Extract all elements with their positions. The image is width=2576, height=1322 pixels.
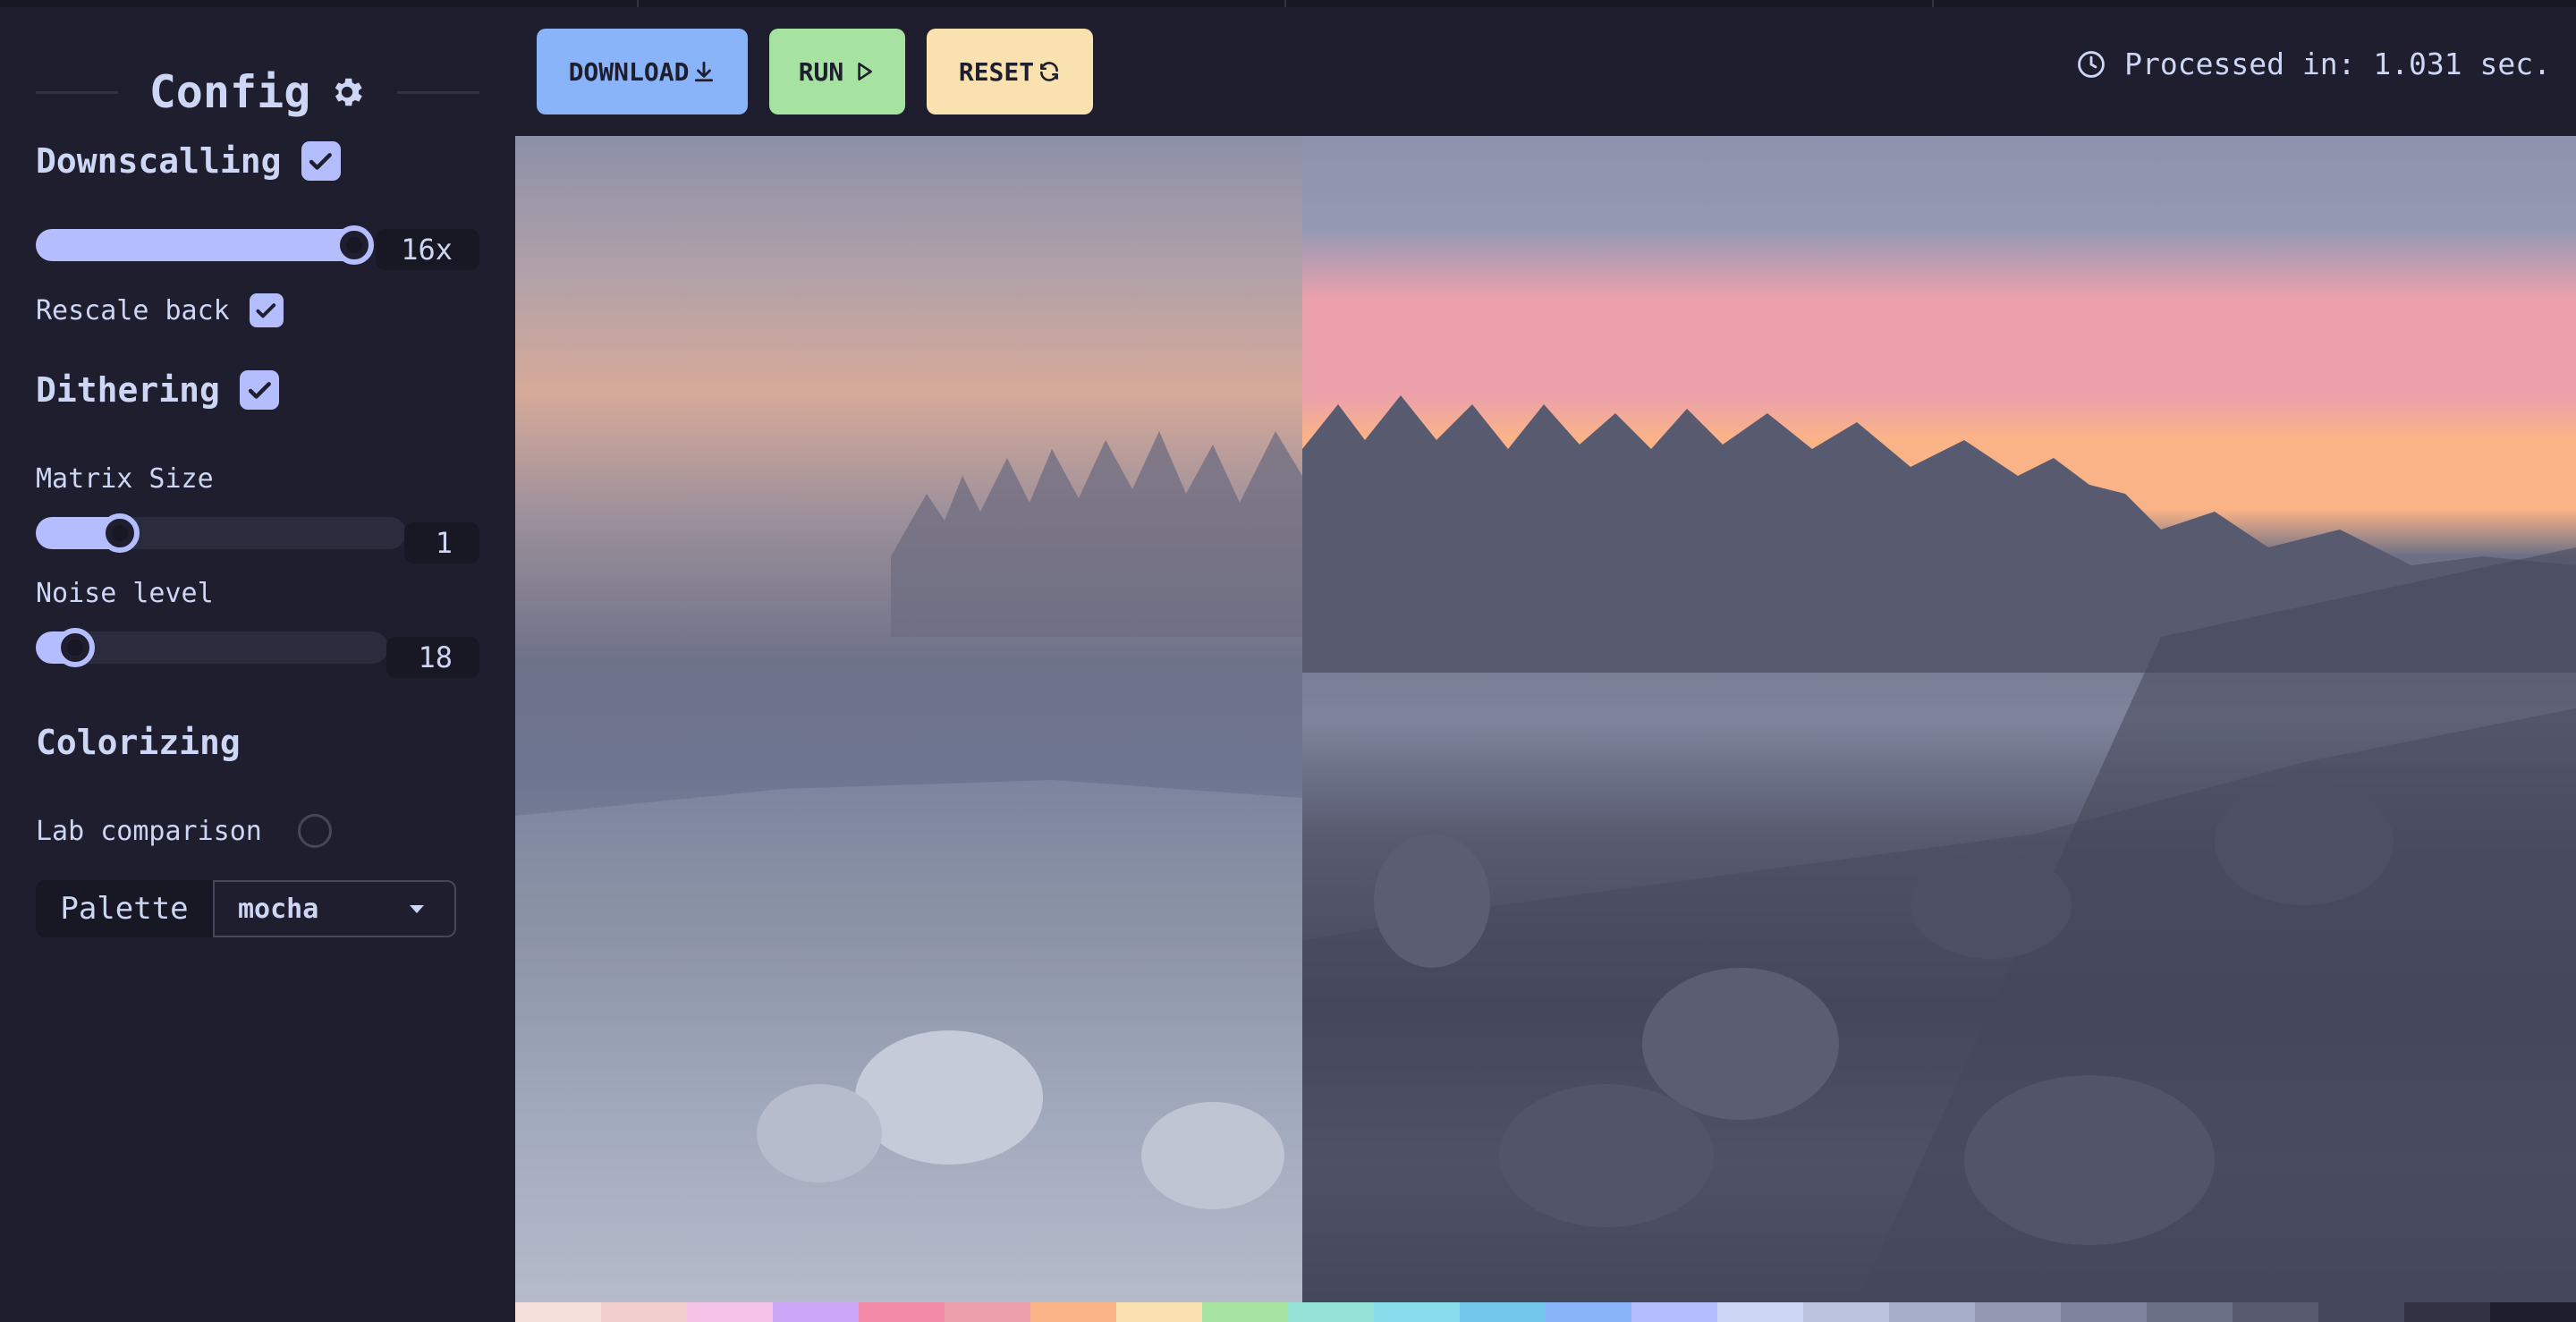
downscaling-checkbox[interactable] (301, 141, 341, 181)
downscale-slider-handle[interactable] (335, 225, 374, 265)
snow-mound (757, 1084, 882, 1182)
processing-time-text: Processed in: 1.031 sec. (2124, 47, 2551, 81)
palette-swatch (1889, 1302, 1975, 1322)
palette-swatch (1631, 1302, 1717, 1322)
noise-level-value: 18 (386, 637, 479, 678)
matrix-size-slider-handle[interactable] (100, 513, 140, 553)
downscale-value: 16x (376, 229, 479, 270)
processed-rock (1911, 852, 2072, 959)
check-icon (256, 302, 276, 318)
palette-swatch (2147, 1302, 2233, 1322)
palette-swatch (859, 1302, 945, 1322)
palette-swatch (1975, 1302, 2061, 1322)
palette-swatch (2061, 1302, 2147, 1322)
processed-rock (1374, 834, 1490, 968)
palette-swatch (1460, 1302, 1546, 1322)
noise-level-label: Noise level (36, 578, 214, 609)
dithering-label: Dithering (36, 370, 220, 410)
processed-rock (2215, 780, 2394, 905)
download-icon (695, 61, 714, 82)
image-comparison-view[interactable] (515, 136, 2576, 1302)
processed-rock (1964, 1075, 2215, 1245)
palette-swatch (601, 1302, 687, 1322)
palette-selected-value: mocha (238, 893, 319, 925)
processed-rock (1642, 968, 1839, 1120)
dithering-section: Dithering (36, 370, 279, 410)
clock-icon (2078, 50, 2106, 78)
palette-swatch (1116, 1302, 1202, 1322)
divider (36, 91, 118, 94)
palette-swatch-strip (515, 1302, 2576, 1322)
palette-swatch (945, 1302, 1030, 1322)
config-sidebar: Config Downscalling 16x Rescale back Dit… (0, 7, 515, 1322)
tab-strip-segment (639, 0, 1286, 7)
downscale-slider-fill (36, 229, 370, 261)
rescale-back-label: Rescale back (36, 294, 230, 326)
palette-swatch (1288, 1302, 1374, 1322)
config-header: Config (36, 61, 479, 123)
run-button-label: RUN (798, 56, 844, 87)
palette-swatch (773, 1302, 859, 1322)
palette-swatch (2233, 1302, 2318, 1322)
tab-strip-segment (0, 0, 639, 7)
matrix-size-label: Matrix Size (36, 463, 214, 495)
palette-swatch (1374, 1302, 1460, 1322)
downscaling-label: Downscalling (36, 141, 282, 181)
colorizing-label: Colorizing (36, 723, 241, 762)
rescale-back-row: Rescale back (36, 288, 284, 333)
noise-level-slider-handle[interactable] (55, 628, 95, 667)
palette-swatch (2404, 1302, 2490, 1322)
lab-comparison-row: Lab comparison (36, 809, 332, 853)
play-icon (858, 63, 873, 81)
snow-mound (855, 1030, 1043, 1165)
download-button[interactable]: DOWNLOAD (537, 29, 748, 114)
palette-select-group: Palette mocha (36, 880, 456, 937)
palette-swatch (2318, 1302, 2404, 1322)
rescale-back-checkbox[interactable] (249, 293, 284, 327)
reset-button-label: RESET (958, 56, 1035, 87)
palette-swatch (1030, 1302, 1116, 1322)
divider (397, 91, 479, 94)
colorizing-section: Colorizing (36, 723, 241, 762)
config-title: Config (148, 66, 311, 118)
tab-strip-segment (1286, 0, 1934, 7)
matrix-size-value: 1 (404, 522, 479, 564)
reset-button[interactable]: RESET (927, 29, 1093, 114)
downscaling-section: Downscalling (36, 141, 341, 181)
palette-swatch (1803, 1302, 1889, 1322)
lab-comparison-label: Lab comparison (36, 815, 262, 847)
download-button-label: DOWNLOAD (568, 56, 690, 87)
palette-swatch (1717, 1302, 1803, 1322)
check-icon (309, 152, 333, 170)
chevron-down-icon (410, 905, 424, 913)
noise-level-slider[interactable] (36, 628, 388, 667)
dithering-checkbox[interactable] (239, 370, 279, 410)
refresh-icon (1040, 62, 1059, 81)
matrix-size-slider[interactable] (36, 513, 406, 553)
lab-comparison-checkbox[interactable] (297, 814, 332, 848)
palette-swatch (515, 1302, 601, 1322)
processing-time: Processed in: 1.031 sec. (2076, 47, 2551, 81)
palette-swatch (687, 1302, 773, 1322)
downscale-slider[interactable] (36, 225, 374, 265)
gear-icon (335, 78, 363, 106)
palette-swatch (1202, 1302, 1288, 1322)
top-tab-strip (0, 0, 2576, 7)
palette-swatch (1546, 1302, 1631, 1322)
processed-rock (1499, 1084, 1714, 1227)
check-icon (248, 381, 271, 399)
snow-mound (1141, 1102, 1284, 1209)
run-button[interactable]: RUN (769, 29, 905, 114)
palette-select[interactable]: mocha (213, 880, 456, 937)
palette-swatch (2490, 1302, 2576, 1322)
palette-label: Palette (36, 880, 213, 937)
